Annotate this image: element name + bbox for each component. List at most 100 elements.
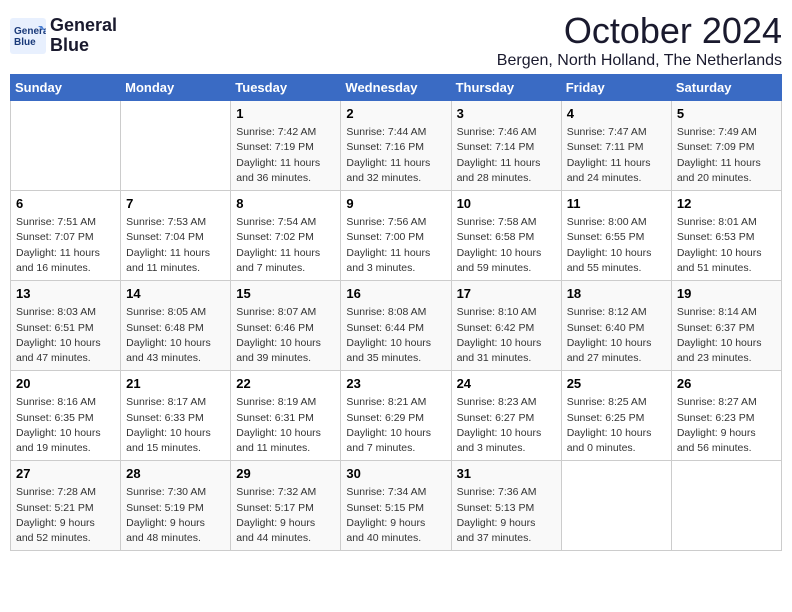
calendar-week-row: 13 Sunrise: 8:03 AM Sunset: 6:51 PM Dayli…: [11, 281, 782, 371]
calendar-cell: 31 Sunrise: 7:36 AM Sunset: 5:13 PM Dayli…: [451, 461, 561, 551]
calendar-cell: 8 Sunrise: 7:54 AM Sunset: 7:02 PM Daylig…: [231, 191, 341, 281]
day-number: 19: [677, 285, 776, 303]
day-number: 29: [236, 465, 335, 483]
day-info: Sunrise: 7:36 AM Sunset: 5:13 PM Dayligh…: [457, 485, 556, 546]
calendar-cell: 14 Sunrise: 8:05 AM Sunset: 6:48 PM Dayli…: [121, 281, 231, 371]
day-info: Sunrise: 7:49 AM Sunset: 7:09 PM Dayligh…: [677, 125, 776, 186]
calendar-cell: 3 Sunrise: 7:46 AM Sunset: 7:14 PM Daylig…: [451, 101, 561, 191]
weekday-header-monday: Monday: [121, 75, 231, 101]
calendar-cell: [561, 461, 671, 551]
day-number: 4: [567, 105, 666, 123]
day-number: 24: [457, 375, 556, 393]
calendar-cell: 20 Sunrise: 8:16 AM Sunset: 6:35 PM Dayli…: [11, 371, 121, 461]
calendar-week-row: 1 Sunrise: 7:42 AM Sunset: 7:19 PM Daylig…: [11, 101, 782, 191]
month-title: October 2024: [497, 10, 782, 52]
day-number: 14: [126, 285, 225, 303]
calendar-cell: 26 Sunrise: 8:27 AM Sunset: 6:23 PM Dayli…: [671, 371, 781, 461]
day-info: Sunrise: 7:44 AM Sunset: 7:16 PM Dayligh…: [346, 125, 445, 186]
calendar-cell: 24 Sunrise: 8:23 AM Sunset: 6:27 PM Dayli…: [451, 371, 561, 461]
day-info: Sunrise: 7:28 AM Sunset: 5:21 PM Dayligh…: [16, 485, 115, 546]
day-info: Sunrise: 8:01 AM Sunset: 6:53 PM Dayligh…: [677, 215, 776, 276]
day-info: Sunrise: 8:03 AM Sunset: 6:51 PM Dayligh…: [16, 305, 115, 366]
page-header: General Blue General Blue October 2024 B…: [10, 10, 782, 70]
day-number: 17: [457, 285, 556, 303]
day-number: 16: [346, 285, 445, 303]
day-number: 18: [567, 285, 666, 303]
calendar-cell: [11, 101, 121, 191]
day-number: 27: [16, 465, 115, 483]
calendar-cell: 23 Sunrise: 8:21 AM Sunset: 6:29 PM Dayli…: [341, 371, 451, 461]
day-number: 28: [126, 465, 225, 483]
calendar-cell: 18Sunrise: 8:12 AM Sunset: 6:40 PM Dayli…: [561, 281, 671, 371]
day-number: 2: [346, 105, 445, 123]
day-info: Sunrise: 7:51 AM Sunset: 7:07 PM Dayligh…: [16, 215, 115, 276]
calendar-cell: 27 Sunrise: 7:28 AM Sunset: 5:21 PM Dayli…: [11, 461, 121, 551]
svg-text:Blue: Blue: [14, 37, 36, 48]
calendar-cell: 6 Sunrise: 7:51 AM Sunset: 7:07 PM Daylig…: [11, 191, 121, 281]
calendar-week-row: 20 Sunrise: 8:16 AM Sunset: 6:35 PM Dayli…: [11, 371, 782, 461]
day-number: 10: [457, 195, 556, 213]
day-info: Sunrise: 8:19 AM Sunset: 6:31 PM Dayligh…: [236, 395, 335, 456]
day-number: 20: [16, 375, 115, 393]
day-info: Sunrise: 7:58 AM Sunset: 6:58 PM Dayligh…: [457, 215, 556, 276]
day-info: Sunrise: 7:47 AM Sunset: 7:11 PM Dayligh…: [567, 125, 666, 186]
day-number: 21: [126, 375, 225, 393]
day-number: 1: [236, 105, 335, 123]
day-info: Sunrise: 8:25 AM Sunset: 6:25 PM Dayligh…: [567, 395, 666, 456]
day-number: 5: [677, 105, 776, 123]
day-number: 31: [457, 465, 556, 483]
location-title: Bergen, North Holland, The Netherlands: [497, 52, 782, 70]
calendar-cell: 30 Sunrise: 7:34 AM Sunset: 5:15 PM Dayli…: [341, 461, 451, 551]
day-info: Sunrise: 8:27 AM Sunset: 6:23 PM Dayligh…: [677, 395, 776, 456]
day-info: Sunrise: 7:56 AM Sunset: 7:00 PM Dayligh…: [346, 215, 445, 276]
calendar-cell: [671, 461, 781, 551]
day-info: Sunrise: 7:46 AM Sunset: 7:14 PM Dayligh…: [457, 125, 556, 186]
day-number: 30: [346, 465, 445, 483]
calendar-cell: 7 Sunrise: 7:53 AM Sunset: 7:04 PM Daylig…: [121, 191, 231, 281]
day-info: Sunrise: 7:34 AM Sunset: 5:15 PM Dayligh…: [346, 485, 445, 546]
calendar-cell: 15Sunrise: 8:07 AM Sunset: 6:46 PM Dayli…: [231, 281, 341, 371]
calendar-cell: 29 Sunrise: 7:32 AM Sunset: 5:17 PM Dayli…: [231, 461, 341, 551]
logo: General Blue General Blue: [10, 16, 117, 56]
day-number: 6: [16, 195, 115, 213]
calendar-cell: 9Sunrise: 7:56 AM Sunset: 7:00 PM Daylig…: [341, 191, 451, 281]
calendar-cell: 5 Sunrise: 7:49 AM Sunset: 7:09 PM Daylig…: [671, 101, 781, 191]
day-number: 3: [457, 105, 556, 123]
calendar-cell: [121, 101, 231, 191]
day-info: Sunrise: 8:23 AM Sunset: 6:27 PM Dayligh…: [457, 395, 556, 456]
day-info: Sunrise: 8:00 AM Sunset: 6:55 PM Dayligh…: [567, 215, 666, 276]
day-info: Sunrise: 8:05 AM Sunset: 6:48 PM Dayligh…: [126, 305, 225, 366]
day-info: Sunrise: 8:10 AM Sunset: 6:42 PM Dayligh…: [457, 305, 556, 366]
day-number: 26: [677, 375, 776, 393]
day-number: 8: [236, 195, 335, 213]
day-number: 11: [567, 195, 666, 213]
day-info: Sunrise: 8:21 AM Sunset: 6:29 PM Dayligh…: [346, 395, 445, 456]
title-area: October 2024 Bergen, North Holland, The …: [497, 10, 782, 70]
calendar-cell: 22Sunrise: 8:19 AM Sunset: 6:31 PM Dayli…: [231, 371, 341, 461]
logo-text-line1: General: [50, 16, 117, 36]
day-info: Sunrise: 7:32 AM Sunset: 5:17 PM Dayligh…: [236, 485, 335, 546]
day-info: Sunrise: 7:30 AM Sunset: 5:19 PM Dayligh…: [126, 485, 225, 546]
day-info: Sunrise: 7:53 AM Sunset: 7:04 PM Dayligh…: [126, 215, 225, 276]
weekday-header-wednesday: Wednesday: [341, 75, 451, 101]
day-info: Sunrise: 7:42 AM Sunset: 7:19 PM Dayligh…: [236, 125, 335, 186]
day-info: Sunrise: 7:54 AM Sunset: 7:02 PM Dayligh…: [236, 215, 335, 276]
day-number: 13: [16, 285, 115, 303]
calendar-cell: 2 Sunrise: 7:44 AM Sunset: 7:16 PM Daylig…: [341, 101, 451, 191]
calendar-cell: 25Sunrise: 8:25 AM Sunset: 6:25 PM Dayli…: [561, 371, 671, 461]
day-info: Sunrise: 8:17 AM Sunset: 6:33 PM Dayligh…: [126, 395, 225, 456]
weekday-header-row: SundayMondayTuesdayWednesdayThursdayFrid…: [11, 75, 782, 101]
calendar-week-row: 6 Sunrise: 7:51 AM Sunset: 7:07 PM Daylig…: [11, 191, 782, 281]
calendar-cell: 10 Sunrise: 7:58 AM Sunset: 6:58 PM Dayli…: [451, 191, 561, 281]
day-number: 15: [236, 285, 335, 303]
day-info: Sunrise: 8:08 AM Sunset: 6:44 PM Dayligh…: [346, 305, 445, 366]
calendar-table: SundayMondayTuesdayWednesdayThursdayFrid…: [10, 74, 782, 551]
calendar-cell: 17 Sunrise: 8:10 AM Sunset: 6:42 PM Dayli…: [451, 281, 561, 371]
day-info: Sunrise: 8:16 AM Sunset: 6:35 PM Dayligh…: [16, 395, 115, 456]
day-number: 23: [346, 375, 445, 393]
day-number: 7: [126, 195, 225, 213]
calendar-cell: 13 Sunrise: 8:03 AM Sunset: 6:51 PM Dayli…: [11, 281, 121, 371]
calendar-cell: 4 Sunrise: 7:47 AM Sunset: 7:11 PM Daylig…: [561, 101, 671, 191]
calendar-cell: 21 Sunrise: 8:17 AM Sunset: 6:33 PM Dayli…: [121, 371, 231, 461]
weekday-header-sunday: Sunday: [11, 75, 121, 101]
